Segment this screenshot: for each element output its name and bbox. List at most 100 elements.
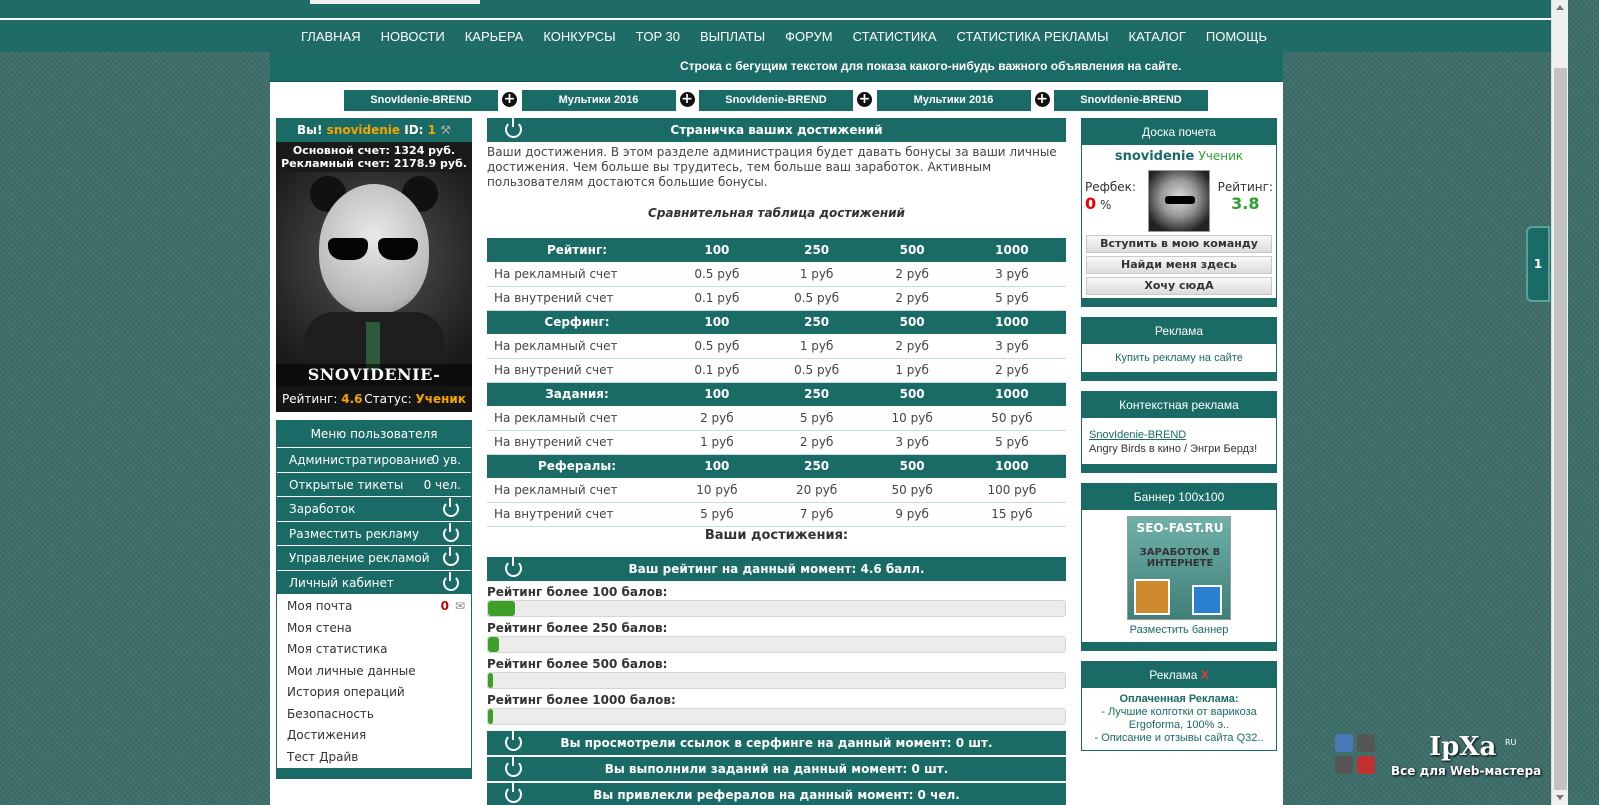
banner-image[interactable]: SEO-FAST.RU ЗАРАБОТОК В ИНТЕРНЕТЕ <box>1127 516 1231 620</box>
main-nav: ГЛАВНАЯ НОВОСТИ КАРЬЕРА КОНКУРСЫ TOP 30 ВЫПЛА… <box>0 22 1568 52</box>
nav-link[interactable]: КАРЬЕРА <box>465 22 524 52</box>
menu-item-next[interactable] <box>277 768 471 778</box>
progress-fill <box>488 672 494 688</box>
menu-item-tickets[interactable]: Открытые тикеты 0 чел. <box>277 471 471 496</box>
submenu-personal-data[interactable]: Мои личные данные <box>287 661 471 683</box>
close-icon[interactable]: X <box>1201 668 1209 682</box>
cabinet-submenu: Моя почта 0 ✉ Моя стена Моя статистика Мои… <box>277 594 471 768</box>
tab-item[interactable]: SnovIdenie-BREND <box>344 90 498 111</box>
banner-title: Баннер 100x100 <box>1082 484 1276 510</box>
nav-link[interactable]: НОВОСТИ <box>381 22 445 52</box>
user-footer: Рейтинг: 4.6 Статус: Ученик <box>276 386 472 412</box>
progress-fill <box>488 600 515 616</box>
tab-item[interactable]: SnovIdenie-BREND <box>1054 90 1208 111</box>
intro-text: Ваши достижения. В этом разделе админист… <box>487 145 1057 189</box>
tab-item[interactable]: Мультики 2016 <box>876 90 1031 111</box>
user-menu: Меню пользователя Администратирование 0 у… <box>276 420 472 779</box>
power-icon[interactable] <box>505 756 522 777</box>
context-ad-link[interactable]: SnovIdenie-BREND <box>1089 429 1186 441</box>
username-link[interactable]: snovidenie <box>327 123 400 137</box>
submenu-security[interactable]: Безопасность <box>287 704 471 726</box>
submenu-achievements[interactable]: Достижения <box>287 725 471 747</box>
menu-item-place-ad[interactable]: Разместить рекламу <box>277 520 471 545</box>
context-ads-box: Контекстная реклама SnovIdenie-BREND Angr… <box>1081 391 1277 473</box>
paid-ads-title: Реклама X <box>1082 662 1276 688</box>
ads-title: Реклама <box>1082 318 1276 344</box>
paid-ads-box: Реклама X Оплаченная Реклама: - Лучшие к… <box>1081 661 1277 751</box>
sunglasses-icon <box>328 238 420 262</box>
level-label: Рейтинг более 500 балов: <box>487 656 668 671</box>
user-panel: Вы! snovidenie ID: 1 ⚒ Основной счет: 13… <box>276 118 472 412</box>
plus-icon[interactable]: + <box>857 92 872 107</box>
level-label: Рейтинг более 1000 балов: <box>487 692 676 707</box>
place-banner-link[interactable]: Разместить баннер <box>1082 622 1276 642</box>
surf-bar: Вы просмотрели ссылок в серфинге на данн… <box>487 730 1066 755</box>
power-icon <box>443 547 459 566</box>
power-icon[interactable] <box>505 556 522 577</box>
table-group-header: Серфинг: 100 250 500 1000 <box>487 310 1066 334</box>
menu-item-manage-ads[interactable]: Управление рекламой <box>277 545 471 570</box>
power-icon[interactable] <box>505 118 522 138</box>
submenu-stats[interactable]: Моя статистика <box>287 639 471 661</box>
buy-ad-link[interactable]: Купить рекламу на сайте <box>1082 344 1276 372</box>
nav-link[interactable]: СТАТИСТИКА <box>853 22 937 52</box>
nav-link[interactable]: ВЫПЛАТЫ <box>700 22 765 52</box>
envelope-icon: ✉ <box>454 599 465 613</box>
rating-bar: Ваш рейтинг на данный момент: 4.6 балл. <box>487 556 1066 581</box>
honor-rating: Рейтинг: 3.8 <box>1217 180 1273 213</box>
user-menu-title: Меню пользователя <box>277 421 471 447</box>
settings-icon[interactable]: ⚒ <box>440 123 451 137</box>
plus-icon[interactable]: + <box>679 92 695 107</box>
honor-avatar[interactable] <box>1148 170 1210 232</box>
nav-link[interactable]: ГЛАВНАЯ <box>301 22 361 52</box>
want-here-button[interactable]: Хочу сюдА <box>1086 277 1272 295</box>
context-ad-text: Angry Birds в кино / Энгри Бердз! <box>1089 443 1258 455</box>
paid-ad-link[interactable]: - Лучшие колготки от варикоза Ergoforma,… <box>1086 706 1272 732</box>
plus-icon[interactable]: + <box>1034 92 1050 107</box>
user-id: 1 <box>427 123 437 137</box>
menu-item-cabinet[interactable]: Личный кабинет <box>277 569 471 594</box>
plus-icon[interactable]: + <box>502 92 517 107</box>
nav-link[interactable]: ФОРУМ <box>785 22 832 52</box>
table-group-header: Рефералы: 100 250 500 1000 <box>487 454 1066 478</box>
table-row: На внутрений счет 5 руб 7 руб 9 руб 15 руб <box>487 502 1066 527</box>
submenu-wall[interactable]: Моя стена <box>287 618 471 640</box>
honor-status: Ученик <box>1198 149 1244 163</box>
table-row: На внутрений счет 0.1 руб 0.5 руб 2 руб 5 ру… <box>487 286 1066 311</box>
power-icon <box>443 571 459 591</box>
power-icon[interactable] <box>505 782 522 803</box>
nav-link[interactable]: КОНКУРСЫ <box>543 22 615 52</box>
context-ads-title: Контекстная реклама <box>1082 392 1276 418</box>
side-widget-tab[interactable]: 1 <box>1526 226 1550 302</box>
submenu-test-drive[interactable]: Тест Драйв <box>287 747 471 769</box>
find-me-button[interactable]: Найди меня здесь <box>1086 256 1272 274</box>
join-team-button[interactable]: Вступить в мою команду <box>1086 235 1272 253</box>
nav-link[interactable]: ПОМОЩЬ <box>1206 22 1267 52</box>
progress-fill <box>488 708 493 724</box>
scrollbar[interactable] <box>1551 0 1568 805</box>
submenu-history[interactable]: История операций <box>287 682 471 704</box>
paid-ad-link[interactable]: - Описание и отзывы сайта Q32.. <box>1086 732 1272 745</box>
table-row: На рекламный счет 0.5 руб 1 руб 2 руб 3 руб <box>487 262 1066 287</box>
progress-fill <box>488 636 499 652</box>
banner-box: Баннер 100x100 SEO-FAST.RU ЗАРАБОТОК В И… <box>1081 483 1277 651</box>
tab-item[interactable]: SnovIdenie-BREND <box>699 90 853 111</box>
your-achievements-label: Ваши достижения: <box>704 527 849 543</box>
nav-link[interactable]: СТАТИСТИКА РЕКЛАМЫ <box>957 22 1109 52</box>
avatar-brand-text: SNOVIDENIE-BREND <box>276 364 472 386</box>
tab-item[interactable]: Мультики 2016 <box>521 90 676 111</box>
avatar[interactable]: SNOVIDENIE-BREND <box>276 172 472 386</box>
nav-link[interactable]: КАТАЛОГ <box>1128 22 1185 52</box>
menu-item-earnings[interactable]: Заработок <box>277 496 471 521</box>
paid-ads-heading: Оплаченная Реклама: <box>1119 693 1239 705</box>
left-column: Вы! snovidenie ID: 1 ⚒ Основной счет: 13… <box>276 118 472 779</box>
table-row: На внутрений счет 0.1 руб 0.5 руб 1 руб 2 ру… <box>487 358 1066 383</box>
nav-link[interactable]: TOP 30 <box>636 22 680 52</box>
user-header: Вы! snovidenie ID: 1 ⚒ <box>276 118 472 142</box>
power-icon[interactable] <box>505 730 522 751</box>
accounts: Основной счет: 1324 руб. Рекламный счет:… <box>276 142 472 172</box>
submenu-mail[interactable]: Моя почта 0 ✉ <box>287 596 471 618</box>
menu-item-admin[interactable]: Администратирование 0 ув. <box>277 447 471 472</box>
honor-username[interactable]: snovidenie <box>1115 149 1195 164</box>
table-group-header: Рейтинг: 100 250 500 1000 <box>487 238 1066 262</box>
